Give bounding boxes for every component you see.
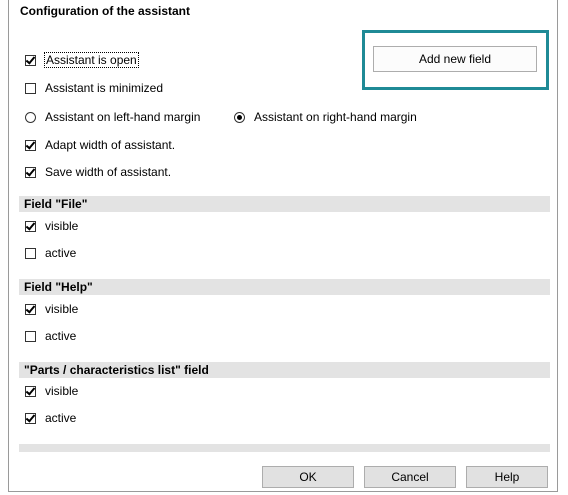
file-active-label: active (45, 246, 77, 260)
help-visible-option[interactable]: visible (25, 300, 78, 318)
section-parts-header: "Parts / characteristics list" field (19, 362, 550, 378)
help-active-label: active (45, 329, 77, 343)
right-margin-radio[interactable] (234, 111, 245, 123)
adapt-width-checkbox[interactable] (25, 139, 36, 151)
file-active-checkbox[interactable] (25, 247, 36, 259)
section-help-header: Field "Help" (19, 279, 550, 295)
assistant-open-label: Assistant is open (44, 52, 139, 68)
help-button[interactable]: Help (466, 466, 548, 488)
file-visible-label: visible (45, 219, 79, 233)
left-margin-option[interactable]: Assistant on left-hand margin (25, 108, 200, 126)
assistant-open-option[interactable]: Assistant is open (25, 51, 139, 69)
footer-divider (19, 444, 550, 452)
section-file-header: Field "File" (19, 196, 550, 212)
ok-button[interactable]: OK (262, 466, 354, 488)
save-width-option[interactable]: Save width of assistant. (25, 163, 171, 181)
parts-visible-checkbox[interactable] (25, 385, 36, 397)
file-visible-checkbox[interactable] (25, 220, 36, 232)
adapt-width-label: Adapt width of assistant. (45, 138, 176, 152)
assistant-minimized-label: Assistant is minimized (45, 81, 164, 95)
assistant-open-checkbox[interactable] (25, 54, 36, 66)
save-width-label: Save width of assistant. (45, 165, 172, 179)
parts-active-option[interactable]: active (25, 409, 76, 427)
parts-active-label: active (45, 411, 77, 425)
right-margin-option[interactable]: Assistant on right-hand margin (234, 108, 417, 126)
right-margin-label: Assistant on right-hand margin (254, 110, 417, 124)
assistant-minimized-checkbox[interactable] (25, 82, 36, 94)
adapt-width-option[interactable]: Adapt width of assistant. (25, 136, 175, 154)
file-visible-option[interactable]: visible (25, 217, 78, 235)
parts-visible-option[interactable]: visible (25, 382, 78, 400)
add-new-field-button[interactable]: Add new field (373, 46, 537, 72)
help-active-option[interactable]: active (25, 327, 76, 345)
file-active-option[interactable]: active (25, 244, 76, 262)
left-margin-radio[interactable] (25, 111, 36, 123)
parts-visible-label: visible (45, 384, 79, 398)
save-width-checkbox[interactable] (25, 166, 36, 178)
cancel-button[interactable]: Cancel (364, 466, 456, 488)
dialog-title: Configuration of the assistant (20, 4, 191, 18)
help-visible-checkbox[interactable] (25, 303, 36, 315)
left-margin-label: Assistant on left-hand margin (45, 110, 201, 124)
help-active-checkbox[interactable] (25, 330, 36, 342)
assistant-minimized-option[interactable]: Assistant is minimized (25, 79, 163, 97)
parts-active-checkbox[interactable] (25, 412, 36, 424)
help-visible-label: visible (45, 302, 79, 316)
